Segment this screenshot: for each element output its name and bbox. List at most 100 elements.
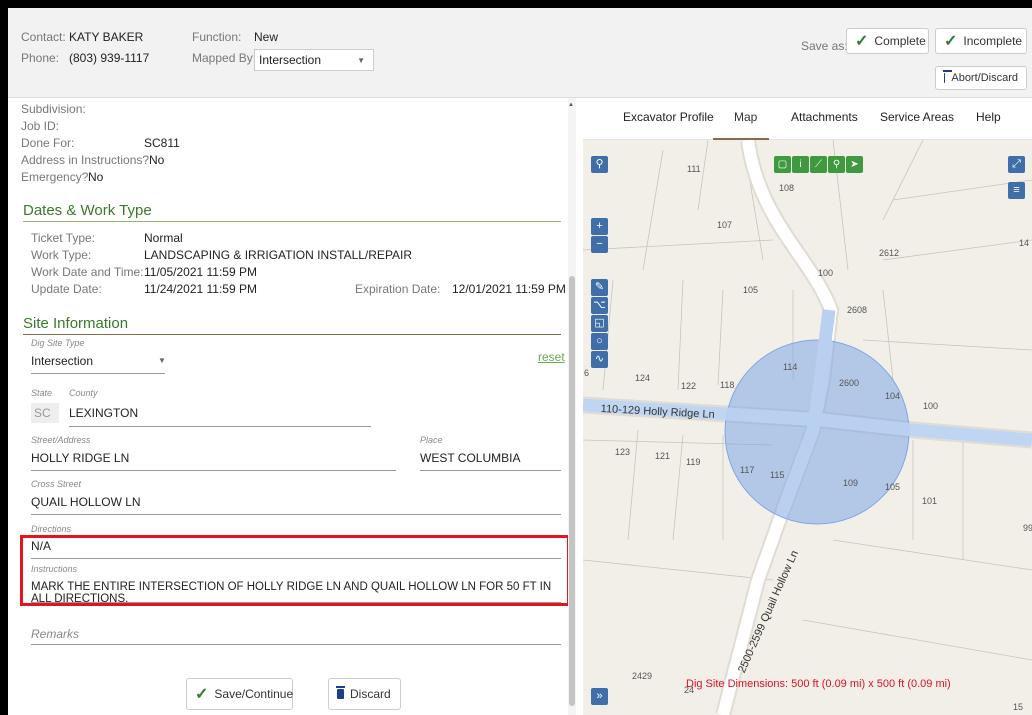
ticket-type-label: Ticket Type:	[31, 231, 96, 245]
lot-number: 99	[1023, 523, 1032, 533]
place-value[interactable]: WEST COLUMBIA	[420, 451, 520, 465]
mapped-by-value: Intersection	[259, 53, 322, 67]
abort-discard-button[interactable]: Abort/Discard	[935, 66, 1027, 90]
field-underline	[31, 470, 396, 471]
save-continue-button[interactable]: ✓ Save/Continue	[186, 678, 293, 710]
lot-number: 123	[615, 447, 631, 457]
abort-label: Abort/Discard	[951, 72, 1018, 84]
fullscreen-icon[interactable]: ⤢	[1008, 156, 1025, 173]
function-value: New	[254, 30, 279, 44]
trash-icon	[942, 70, 955, 83]
lot-number: 118	[720, 380, 735, 390]
lot-number: 121	[655, 451, 671, 461]
check-icon: ✓	[195, 686, 209, 703]
dig-site-type-label: Dig Site Type	[31, 338, 85, 348]
lot-number: 105	[885, 482, 901, 492]
check-icon: ✓	[855, 33, 869, 50]
state-label: State	[31, 388, 53, 398]
lot-number: 124	[635, 373, 651, 383]
lot-number: 15	[1013, 702, 1024, 712]
address-value: No	[149, 153, 165, 167]
save-continue-label: Save/Continue	[214, 687, 294, 701]
work-type-label: Work Type:	[31, 248, 92, 262]
scroll-up-icon[interactable]: ▲	[568, 102, 574, 108]
lot-number: 2600	[839, 378, 860, 388]
tab-service-areas[interactable]: Service Areas	[880, 110, 954, 124]
lot-number: 107	[717, 220, 733, 230]
line-icon[interactable]: ∿	[591, 351, 608, 368]
donefor-value: SC811	[144, 136, 180, 150]
work-date-label: Work Date and Time:	[31, 265, 144, 279]
lot-number: 104	[885, 391, 901, 401]
complete-label: Complete	[874, 34, 926, 48]
map-view[interactable]: 111 108 107 14 2612 100 105 2608 114 124…	[583, 140, 1032, 715]
state-value: SC	[34, 406, 51, 420]
lot-number: 2429	[632, 671, 653, 681]
tab-help[interactable]: Help	[976, 110, 1001, 124]
field-underline	[31, 644, 561, 645]
street-value[interactable]: HOLLY RIDGE LN	[31, 451, 129, 465]
expand-panel-icon[interactable]: »	[591, 688, 608, 705]
lot-number: 109	[843, 478, 859, 488]
chevron-down-icon[interactable]: ▼	[158, 356, 166, 365]
tab-attachments[interactable]: Attachments	[791, 110, 858, 124]
discard-button[interactable]: Discard	[328, 678, 401, 710]
phone-label: Phone:	[21, 51, 60, 65]
circle-icon[interactable]: ○	[591, 333, 608, 350]
street-label: Street/Address	[31, 435, 91, 445]
update-date-value: 11/24/2021 11:59 PM	[144, 282, 257, 296]
remarks-field[interactable]: Remarks	[31, 627, 79, 641]
comment-icon[interactable]: ▢	[774, 156, 791, 173]
mapped-by-select[interactable]: Intersection ▼	[254, 49, 374, 71]
cross-street-value[interactable]: QUAIL HOLLOW LN	[31, 495, 141, 509]
lot-number: 6	[584, 368, 590, 378]
incomplete-button[interactable]: ✓ Incomplete	[935, 28, 1027, 54]
dig-site-type-value[interactable]: Intersection	[31, 354, 93, 368]
county-value[interactable]: LEXINGTON	[69, 406, 138, 420]
phone-value: (803) 939-1117	[69, 51, 150, 65]
zoom-out-button[interactable]: −	[591, 236, 608, 253]
field-underline	[69, 426, 371, 427]
ticket-header: Contact: KATY BAKER Phone: (803) 939-111…	[8, 8, 1032, 98]
contact-label: Contact:	[21, 30, 66, 44]
subdivision-label: Subdivision:	[21, 102, 86, 116]
trash-icon	[336, 686, 345, 699]
zoom-in-button[interactable]: +	[591, 218, 608, 235]
locate-arrow-icon[interactable]: ➤	[846, 156, 863, 173]
dig-site-dimensions: Dig Site Dimensions: 500 ft (0.09 mi) x …	[686, 678, 951, 690]
incomplete-label: Incomplete	[963, 34, 1023, 48]
field-underline	[420, 470, 561, 471]
scrollbar-thumb[interactable]	[569, 276, 575, 706]
update-date-label: Update Date:	[31, 282, 102, 296]
tab-excavator-profile[interactable]: Excavator Profile	[623, 110, 714, 124]
directions-label: Directions	[31, 524, 72, 534]
lot-number: 101	[922, 496, 938, 506]
complete-button[interactable]: ✓ Complete	[846, 28, 929, 54]
jobid-label: Job ID:	[21, 119, 60, 133]
emergency-label: Emergency?	[21, 170, 89, 184]
reset-link[interactable]: reset	[538, 350, 565, 364]
map-canvas	[583, 140, 1032, 715]
section-divider	[23, 334, 561, 335]
lot-number: 111	[687, 164, 701, 174]
site-section-title: Site Information	[23, 315, 129, 332]
edit-icon[interactable]: ✎	[591, 279, 608, 296]
info-icon[interactable]: i	[792, 156, 809, 173]
route-icon[interactable]: ⌥	[591, 297, 608, 314]
map-pin-icon[interactable]: ⚲	[828, 156, 845, 173]
polygon-icon[interactable]: ◱	[591, 315, 608, 332]
state-field[interactable]: SC	[31, 403, 59, 423]
ticket-form: Subdivision: Job ID: Done For: SC811 Add…	[8, 98, 568, 715]
expiration-label: Expiration Date:	[355, 282, 441, 296]
lot-number: 114	[783, 362, 798, 372]
lot-number: 100	[923, 401, 939, 411]
work-type-value: LANDSCAPING & IRRIGATION INSTALL/REPAIR	[144, 248, 413, 262]
lot-number: 115	[770, 470, 785, 480]
expiration-value: 12/01/2021 11:59 PM	[452, 282, 566, 296]
tab-map[interactable]: Map	[734, 110, 757, 124]
lot-number: 100	[818, 268, 834, 278]
dates-section-title: Dates & Work Type	[23, 202, 152, 219]
layers-menu-icon[interactable]: ≡	[1008, 182, 1025, 199]
search-icon[interactable]: ⚲	[591, 156, 608, 173]
measure-icon[interactable]: ⟋	[810, 156, 827, 173]
